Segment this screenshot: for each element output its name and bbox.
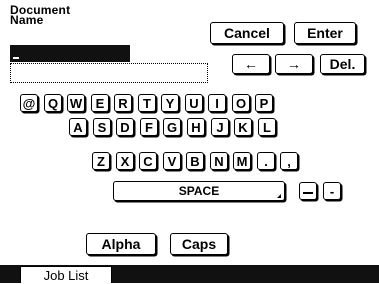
key-w[interactable]: W xyxy=(67,94,85,112)
key-e[interactable]: E xyxy=(91,94,109,112)
key-b[interactable]: B xyxy=(186,152,204,170)
key-y[interactable]: Y xyxy=(161,94,179,112)
underscore-key[interactable] xyxy=(299,182,317,200)
key-x[interactable]: X xyxy=(116,152,134,170)
key-o[interactable]: O xyxy=(232,94,250,112)
cancel-button[interactable]: Cancel xyxy=(210,22,284,44)
left-arrow-button[interactable]: ← xyxy=(232,54,270,74)
caps-button[interactable]: Caps xyxy=(170,233,228,255)
text-cursor xyxy=(13,57,19,59)
key-r[interactable]: R xyxy=(114,94,132,112)
key-comma[interactable]: , xyxy=(280,152,298,170)
key-a[interactable]: A xyxy=(69,118,87,136)
right-arrow-button[interactable]: → xyxy=(275,54,313,74)
hyphen-key[interactable]: - xyxy=(323,182,341,200)
key-i[interactable]: I xyxy=(208,94,226,112)
key-u[interactable]: U xyxy=(185,94,203,112)
key-d[interactable]: D xyxy=(116,118,134,136)
input-underline xyxy=(10,63,208,83)
key-z[interactable]: Z xyxy=(92,152,110,170)
key-period[interactable]: . xyxy=(257,152,275,170)
underscore-glyph xyxy=(303,192,313,194)
key-g[interactable]: G xyxy=(163,118,181,136)
corner-mark-icon xyxy=(277,194,281,198)
arrow-left-icon: ← xyxy=(244,56,258,72)
input-highlight xyxy=(10,45,130,62)
key-q[interactable]: Q xyxy=(44,94,62,112)
space-key-label: SPACE xyxy=(178,184,220,198)
space-key[interactable]: SPACE xyxy=(113,181,285,201)
key-l[interactable]: L xyxy=(258,118,276,136)
key-m[interactable]: M xyxy=(233,152,251,170)
tab-job-list[interactable]: Job List xyxy=(20,266,112,283)
key-v[interactable]: V xyxy=(163,152,181,170)
document-name-input[interactable] xyxy=(10,45,210,85)
key-j[interactable]: J xyxy=(211,118,229,136)
enter-button[interactable]: Enter xyxy=(294,22,356,44)
key-h[interactable]: H xyxy=(187,118,205,136)
document-name-screen: Document Name Cancel Enter ← → Del. @ Q W E… xyxy=(0,0,379,283)
key-at[interactable]: @ xyxy=(20,94,38,112)
key-t[interactable]: T xyxy=(138,94,156,112)
key-c[interactable]: C xyxy=(139,152,157,170)
key-k[interactable]: K xyxy=(234,118,252,136)
delete-button[interactable]: Del. xyxy=(320,54,365,74)
alpha-button[interactable]: Alpha xyxy=(86,233,156,255)
page-title: Document Name xyxy=(10,3,71,27)
key-f[interactable]: F xyxy=(140,118,158,136)
arrow-right-icon: → xyxy=(287,56,301,72)
key-s[interactable]: S xyxy=(93,118,111,136)
key-n[interactable]: N xyxy=(210,152,228,170)
key-p[interactable]: P xyxy=(255,94,273,112)
